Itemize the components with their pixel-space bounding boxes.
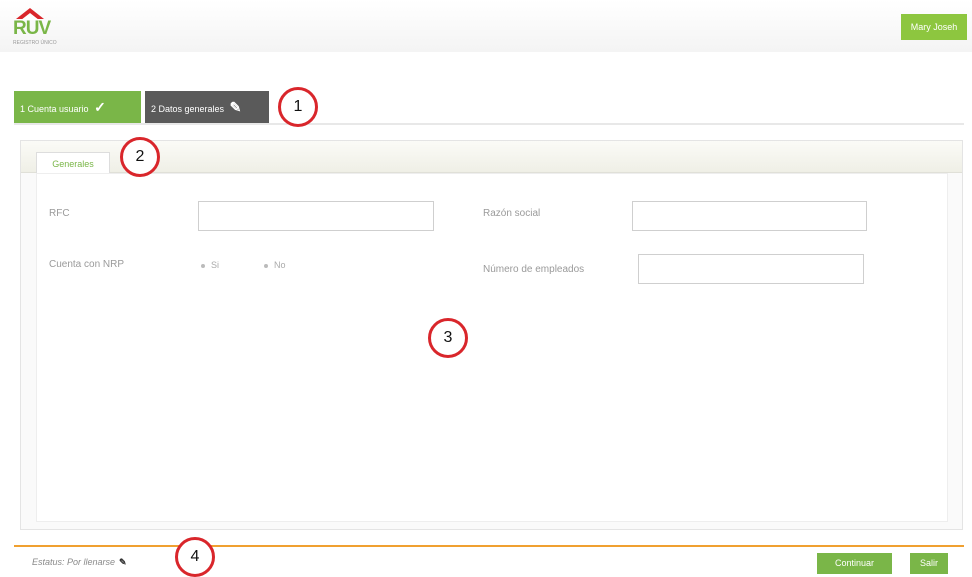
exit-button[interactable]: Salir — [910, 553, 948, 574]
callout-marker-1: 1 — [278, 87, 318, 127]
callout-marker-3: 3 — [428, 318, 468, 358]
callout-marker-2: 2 — [120, 137, 160, 177]
radio-no-label: No — [274, 260, 286, 270]
step-label: 2 Datos generales — [151, 104, 225, 114]
steps-divider — [14, 123, 964, 125]
top-bar: RUV REGISTRO ÚNICO Mary Joseh — [0, 0, 972, 52]
cuenta-nrp-label: Cuenta con NRP — [49, 259, 125, 270]
pencil-icon: ✎ — [119, 557, 127, 567]
radio-no[interactable]: No — [264, 260, 286, 270]
step-tab-datos-generales[interactable]: 2 Datos generales ✎ — [145, 91, 269, 123]
logo-subtitle: REGISTRO ÚNICO — [13, 40, 57, 46]
status-text: Estatus: Por llenarse ✎ — [32, 557, 127, 568]
pencil-icon: ✎ — [229, 99, 242, 115]
callout-marker-4: 4 — [175, 537, 215, 577]
rfc-label: RFC — [49, 208, 70, 219]
panel-tab-bar: Generales — [21, 141, 962, 174]
form-panel: Generales RFC Razón social Cuenta con NR… — [20, 140, 963, 530]
continue-button[interactable]: Continuar — [817, 553, 892, 574]
rfc-input[interactable] — [198, 201, 434, 231]
status-label: Estatus: Por llenarse — [32, 557, 116, 567]
tab-generales[interactable]: Generales — [36, 152, 110, 174]
step-label: 1 Cuenta usuario — [20, 104, 89, 114]
logo-text: RUV — [13, 18, 51, 39]
step-tab-cuenta-usuario[interactable]: 1 Cuenta usuario ✓ — [14, 91, 141, 123]
radio-si[interactable]: Si — [201, 260, 219, 270]
radio-dot-icon — [201, 263, 205, 268]
footer-divider — [14, 545, 964, 547]
razon-social-input[interactable] — [632, 201, 867, 231]
checkmark-icon: ✓ — [94, 99, 106, 115]
razon-social-label: Razón social — [483, 208, 541, 219]
form-body: RFC Razón social Cuenta con NRP Si No Nú… — [36, 173, 948, 522]
user-account-button[interactable]: Mary Joseh — [901, 14, 967, 40]
radio-dot-icon — [264, 263, 268, 268]
num-empleados-input[interactable] — [638, 254, 864, 284]
radio-si-label: Si — [211, 260, 220, 270]
ruv-logo: RUV REGISTRO ÚNICO — [10, 6, 72, 48]
num-empleados-label: Número de empleados — [483, 264, 585, 275]
